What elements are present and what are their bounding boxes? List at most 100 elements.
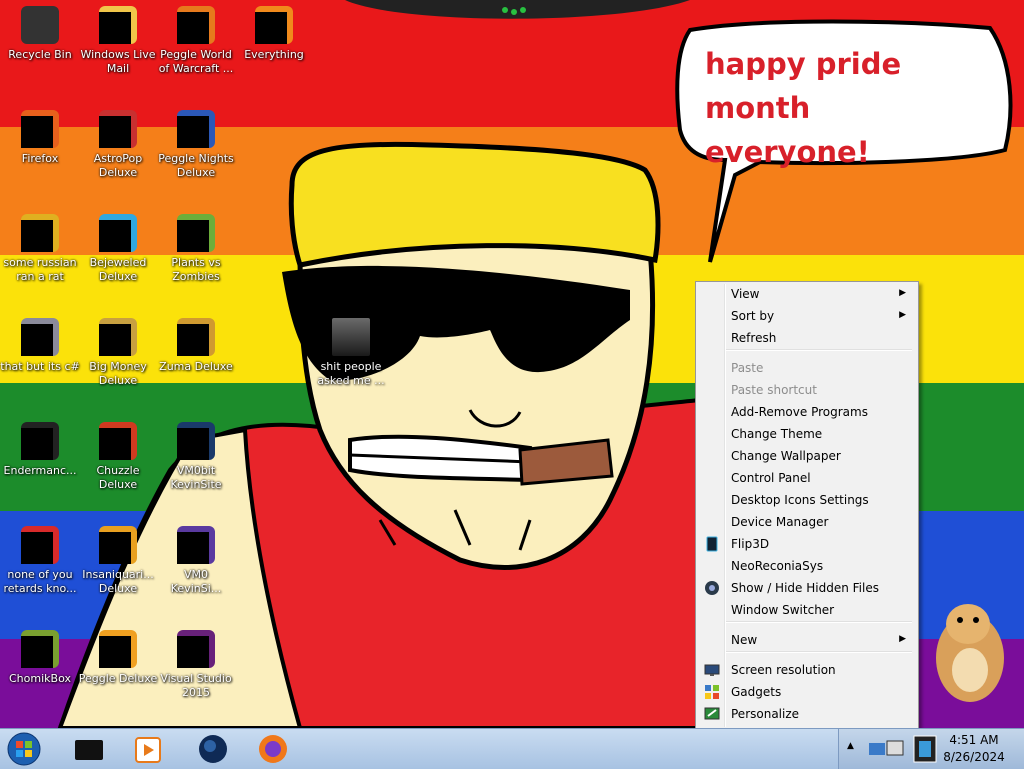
taskbar: ▲	[0, 728, 1024, 769]
desktop-icon[interactable]: that but its c#	[0, 312, 80, 374]
speech-bubble-line-1: happy pride month	[705, 47, 902, 125]
terminal-icon	[21, 422, 59, 460]
submenu-arrow-icon: ▶	[899, 310, 906, 320]
black-app-icon	[75, 740, 103, 760]
taskbar-globe[interactable]	[196, 732, 230, 766]
context-menu-item[interactable]: Change Wallpaper	[698, 445, 914, 467]
context-menu-item-label: Change Wallpaper	[731, 449, 841, 463]
personalize-icon	[704, 706, 720, 722]
globe-icon	[199, 735, 227, 763]
context-menu-item[interactable]: Device Manager	[698, 511, 914, 533]
context-menu-item-label: Refresh	[731, 331, 777, 345]
desktop-icon-label: VM0bit KevinSite	[170, 464, 222, 491]
desktop-icon-label: Peggle Nights Deluxe	[158, 152, 234, 179]
hidden-files-icon	[704, 580, 720, 596]
menu-separator	[726, 349, 912, 351]
clock-date[interactable]: 8/26/2024	[940, 750, 1008, 764]
recycle-bin-icon	[21, 6, 59, 44]
context-menu-item[interactable]: Change Theme	[698, 423, 914, 445]
desktop-icon[interactable]: AstroPop Deluxe	[78, 104, 158, 180]
desktop-icon-label: Chuzzle Deluxe	[96, 464, 140, 491]
start-button[interactable]	[4, 730, 44, 768]
chuzzle-icon	[99, 422, 137, 460]
context-menu-item[interactable]: Control Panel	[698, 467, 914, 489]
context-menu-item[interactable]: Add-Remove Programs	[698, 401, 914, 423]
context-menu-item[interactable]: Window Switcher	[698, 599, 914, 621]
flip3d-icon	[704, 536, 720, 552]
insaniquarium-icon	[99, 526, 137, 564]
desktop-icon[interactable]: Endermanc...	[0, 416, 80, 478]
context-menu-item[interactable]: Desktop Icons Settings	[698, 489, 914, 511]
desktop-icon[interactable]: Chuzzle Deluxe	[78, 416, 158, 492]
menu-separator	[726, 621, 912, 623]
desktop-icon-label: Peggle World of Warcraft ...	[158, 48, 234, 75]
tray-expand-button[interactable]: ▲	[847, 741, 854, 751]
desktop-icon[interactable]: ChomikBox	[0, 624, 80, 686]
show-desktop-icon[interactable]	[913, 735, 937, 763]
context-menu-item[interactable]: Gadgets	[698, 681, 914, 703]
desktop-icon[interactable]: none of you retards kno...	[0, 520, 80, 596]
context-menu-item-label: Control Panel	[731, 471, 811, 485]
desktop-icon-folder[interactable]: shit people asked me ...	[311, 312, 391, 388]
desktop-icon[interactable]: Everything	[234, 0, 314, 62]
desktop-icon[interactable]: Firefox	[0, 104, 80, 166]
context-menu-item-label: Gadgets	[731, 685, 782, 699]
everything-search-icon	[255, 6, 293, 44]
big-money-icon	[99, 318, 137, 356]
desktop-icon[interactable]: Plants vs Zombies	[156, 208, 236, 284]
media-player-icon	[135, 737, 161, 763]
desktop-icon[interactable]: VM0 KevinSi...	[156, 520, 236, 596]
bejeweled-icon	[99, 214, 137, 252]
context-menu-item-label: Window Switcher	[731, 603, 835, 617]
desktop-icon[interactable]: Recycle Bin	[0, 0, 80, 62]
folder-icon	[332, 318, 370, 356]
desktop-icon[interactable]: Peggle World of Warcraft ...	[156, 0, 236, 76]
astropop-icon	[99, 110, 137, 148]
context-menu-item[interactable]: View ▶	[698, 283, 914, 305]
visual-studio-icon	[177, 630, 215, 668]
context-menu-item-label: View	[731, 287, 760, 301]
desktop-icon[interactable]: VM0bit KevinSite	[156, 416, 236, 492]
peggle-deluxe-icon	[99, 630, 137, 668]
taskbar-firefox[interactable]	[256, 732, 290, 766]
desktop-icon[interactable]: Big Money Deluxe	[78, 312, 158, 388]
context-menu-item[interactable]: Personalize	[698, 703, 914, 725]
gadgets-icon	[704, 684, 720, 700]
taskbar-media-player[interactable]	[131, 732, 165, 766]
context-menu-item-label: Desktop Icons Settings	[731, 493, 869, 507]
desktop[interactable]: happy pride month everyone! Recycle Bin W…	[0, 0, 1024, 728]
context-menu-item[interactable]: Show / Hide Hidden Files	[698, 577, 914, 599]
opera-icon	[21, 526, 59, 564]
context-menu-item[interactable]: NeoReconiaSys	[698, 555, 914, 577]
desktop-icon[interactable]: Zuma Deluxe	[156, 312, 236, 374]
desktop-icon[interactable]: Peggle Nights Deluxe	[156, 104, 236, 180]
context-menu-item-label: Device Manager	[731, 515, 829, 529]
context-menu-item-label: NeoReconiaSys	[731, 559, 824, 573]
taskbar-black-app[interactable]	[72, 732, 106, 766]
context-menu-item[interactable]: Screen resolution	[698, 659, 914, 681]
desktop-icon[interactable]: Bejeweled Deluxe	[78, 208, 158, 284]
desktop-icon[interactable]: some russian ran a rat	[0, 208, 80, 284]
context-menu-item: Paste	[698, 357, 914, 379]
desktop-icon[interactable]: Peggle Deluxe	[78, 624, 158, 686]
network-icon[interactable]	[867, 737, 907, 761]
zuma-icon	[177, 318, 215, 356]
firefox-icon	[21, 110, 59, 148]
document-icon	[21, 318, 59, 356]
context-menu-item[interactable]: New ▶	[698, 629, 914, 651]
desktop-icon-label: Windows Live Mail	[80, 48, 156, 75]
context-menu-item[interactable]: Sort by ▶	[698, 305, 914, 327]
context-menu-item[interactable]: Flip3D	[698, 533, 914, 555]
desktop-icon[interactable]: Visual Studio 2015	[156, 624, 236, 700]
desktop-icon-label: that but its c#	[0, 360, 80, 373]
context-menu-item-label: Show / Hide Hidden Files	[731, 581, 879, 595]
context-menu-item[interactable]: Refresh	[698, 327, 914, 349]
desktop-icon[interactable]: Insaniquari... Deluxe	[78, 520, 158, 596]
menu-separator	[726, 651, 912, 653]
desktop-icon[interactable]: Windows Live Mail	[78, 0, 158, 76]
vm-purple-icon	[177, 526, 215, 564]
context-menu-item-label: Paste	[731, 361, 764, 375]
clock-time[interactable]: 4:51 AM	[940, 733, 1008, 747]
context-menu-item-label: Change Theme	[731, 427, 823, 441]
desktop-icon-label: some russian ran a rat	[3, 256, 77, 283]
